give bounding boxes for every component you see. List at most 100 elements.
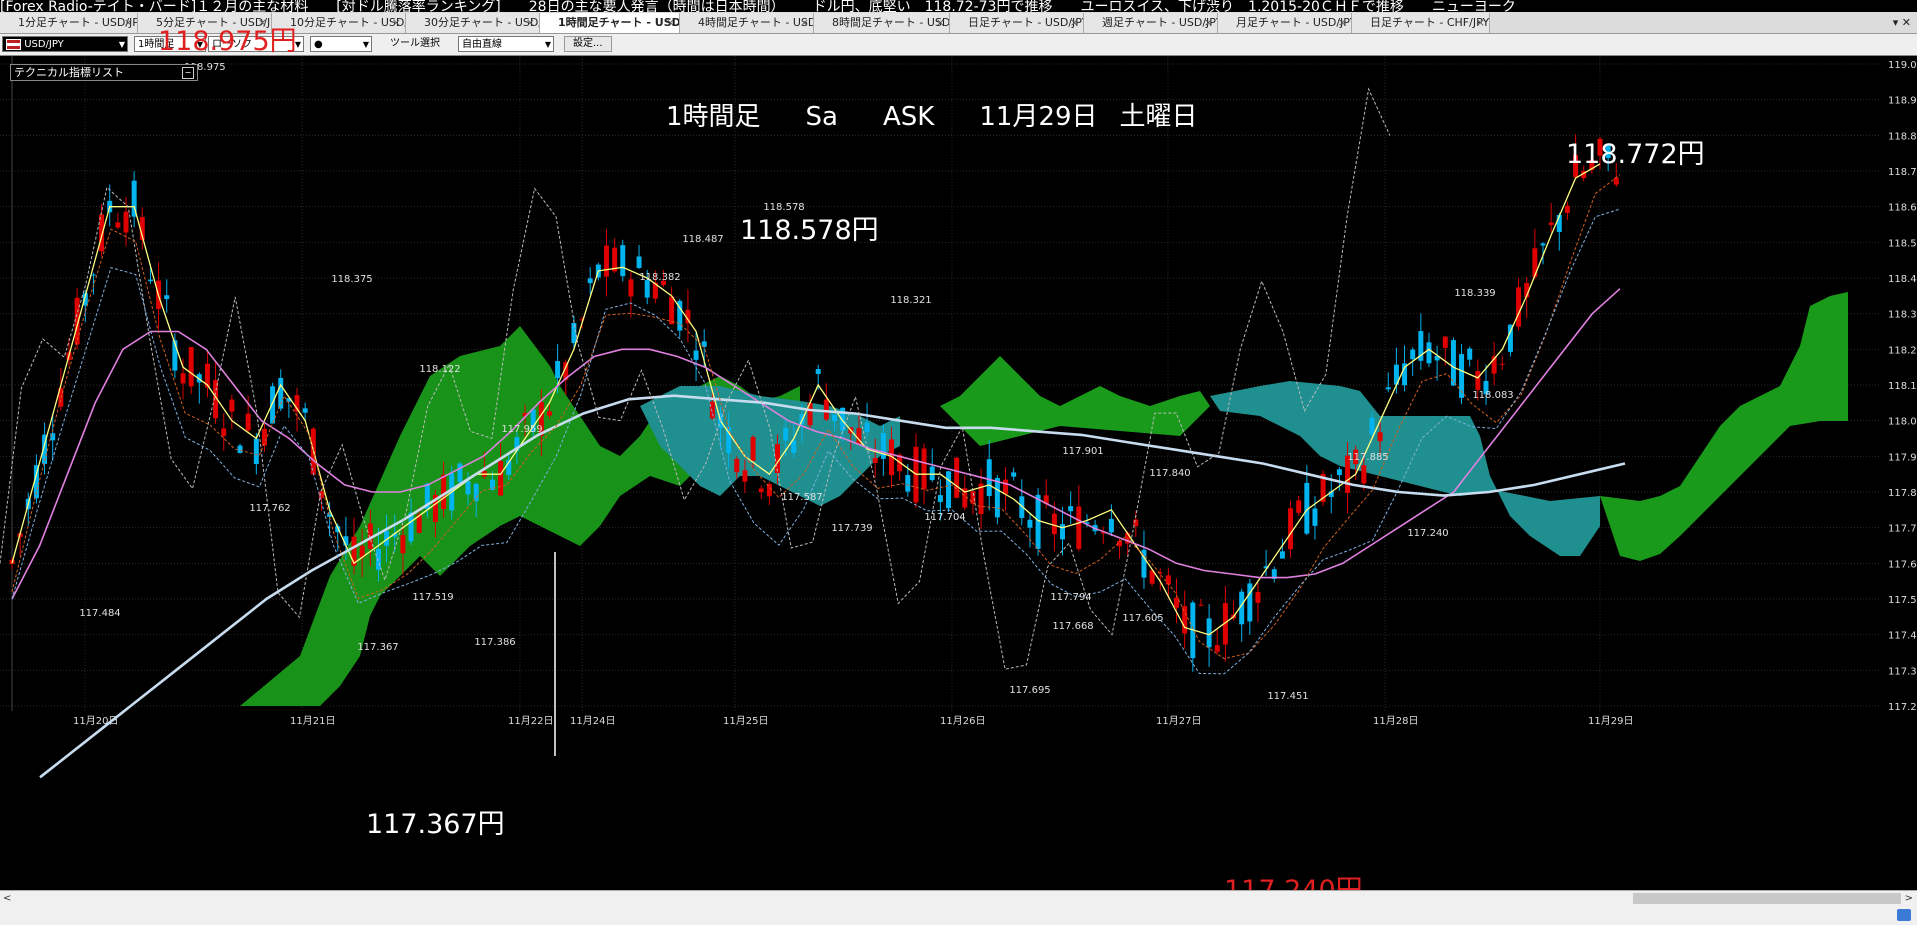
candle-body	[815, 369, 821, 374]
close-icon[interactable]: ×	[526, 13, 535, 33]
tab-label: 日足チャート - USD/JPY	[968, 16, 1084, 29]
ichimoku-cloud-teal	[1210, 381, 1600, 556]
ticker-item[interactable]: 28日の主な要人発言（時間は日本時間）	[529, 0, 785, 12]
marker-select[interactable]: ● ▼	[310, 36, 372, 52]
close-icon[interactable]: ×	[1204, 13, 1213, 33]
annotation-left-low: 117.367円	[366, 809, 505, 840]
price-label: 118.578	[763, 202, 804, 213]
x-tick-label: 11月29日	[1588, 715, 1633, 727]
candle-body	[791, 440, 797, 453]
settings-button[interactable]: 設定...	[564, 36, 612, 52]
scroll-right-icon[interactable]: >	[1905, 891, 1913, 906]
tab-controls[interactable]: ▾ ✕	[1893, 12, 1911, 33]
tab-chart[interactable]: 8時間足チャート - USD/×	[814, 13, 950, 33]
scrollbar-thumb[interactable]	[1633, 893, 1901, 904]
tab-chart[interactable]: 週足チャート - USD/JPY ×	[1084, 13, 1218, 33]
flag-icon	[6, 38, 21, 50]
candle-body	[1182, 606, 1188, 634]
candle-body	[1288, 508, 1294, 550]
y-tick-label: 118.20	[1888, 345, 1917, 356]
price-label: 118.382	[639, 272, 680, 283]
ticker-item[interactable]: [対ドル騰落率ランキング]	[336, 0, 501, 12]
scroll-left-icon[interactable]: <	[3, 891, 11, 906]
close-icon[interactable]: ×	[800, 13, 809, 33]
candle-body	[1255, 591, 1261, 603]
candle-body	[375, 548, 381, 570]
candle-body	[603, 245, 609, 277]
resize-icon[interactable]	[1897, 909, 1911, 921]
marker-value: ●	[314, 39, 323, 50]
ticker-item[interactable]: [Forex Radio-テイト・バード]１２月の主な材料	[0, 0, 308, 12]
tab-chart[interactable]: 1分足チャート - USD/JP ×	[0, 13, 138, 33]
symbol-select[interactable]: USD/JPY ▼	[2, 36, 128, 52]
price-label: 118.375	[331, 274, 372, 285]
close-icon[interactable]: ×	[936, 13, 945, 33]
candle-body	[1035, 494, 1041, 549]
candle-body	[1051, 513, 1057, 535]
y-tick-label: 118.90	[1888, 96, 1917, 107]
candle-body	[147, 279, 153, 282]
price-label: 118.083	[1472, 390, 1513, 401]
tab-chart[interactable]: 30分足チャート - USD/JF ×	[406, 13, 540, 33]
price-label: 117.240	[1407, 528, 1448, 539]
close-icon[interactable]: ×	[124, 13, 133, 33]
chart-canvas[interactable]: 119.00 118.90 118.80 118.70 118.60 118.50 118.…	[0, 56, 1917, 890]
close-icon[interactable]: ×	[1338, 13, 1347, 33]
close-icon[interactable]: ×	[392, 13, 401, 33]
y-tick-label: 118.70	[1888, 167, 1917, 178]
annotation-mid-high: 118.578円	[740, 215, 879, 246]
candle-body	[555, 361, 561, 379]
tab-chart[interactable]: 日足チャート - USD/JPY ×	[950, 13, 1084, 33]
tab-chart[interactable]: 4時間足チャート - USD/×	[680, 13, 814, 33]
price-label: 117.605	[1122, 613, 1163, 624]
y-tick-label: 118.60	[1888, 203, 1917, 214]
tab-chart[interactable]: 月足チャート - USD/JPY ×	[1218, 13, 1352, 33]
close-icon[interactable]: ×	[1476, 13, 1485, 33]
close-icon[interactable]: ×	[666, 13, 675, 33]
candle-body	[50, 433, 56, 441]
tab-label: 週足チャート - USD/JPY	[1102, 16, 1218, 29]
price-label: 117.885	[1347, 452, 1388, 463]
horizontal-scrollbar[interactable]: < >	[0, 890, 1917, 906]
tool-select[interactable]: 自由直線 ▼	[458, 36, 554, 52]
tab-label: 30分足チャート - USD/JF	[424, 16, 540, 29]
price-label: 118.487	[682, 234, 723, 245]
candle-body	[302, 408, 308, 413]
candle-body	[1296, 500, 1302, 513]
y-tick-label: 117.50	[1888, 595, 1917, 606]
price-label: 117.668	[1052, 621, 1093, 632]
close-icon[interactable]: ×	[1070, 13, 1079, 33]
y-tick-label: 117.60	[1888, 559, 1917, 570]
candle-body	[1361, 465, 1367, 484]
tab-chart[interactable]: 1時間足チャート - USD ×	[540, 13, 680, 33]
candle-body	[750, 436, 756, 461]
candle-body	[465, 480, 471, 495]
price-label: 117.451	[1267, 691, 1308, 702]
candle-body	[229, 399, 235, 412]
ichimoku-cloud-green	[240, 326, 800, 706]
y-tick-label: 119.00	[1888, 60, 1917, 71]
candle-body	[1410, 349, 1416, 360]
candle-body	[1174, 597, 1180, 608]
candle-body	[1548, 222, 1554, 225]
tab-chart[interactable]: 日足チャート - CHF/JPY ×	[1352, 13, 1490, 33]
candle-body	[783, 428, 789, 441]
collapse-icon[interactable]: −	[182, 67, 194, 79]
candle-body	[954, 457, 960, 498]
technical-indicator-list[interactable]: テクニカル指標リスト −	[10, 64, 198, 81]
candle-body	[1108, 518, 1114, 533]
ticker-item[interactable]: ユーロスイス、下げ渋り 1.2015-20ＣＨＦで推移	[1080, 0, 1403, 12]
ticker-item[interactable]: ニューヨーク	[1432, 0, 1516, 12]
price-chart[interactable]: 119.00 118.90 118.80 118.70 118.60 118.50 118.…	[0, 27, 1917, 906]
ticker-item[interactable]: ドル円、底堅い 118.72-73円で推移	[813, 0, 1053, 12]
y-tick-label: 117.80	[1888, 488, 1917, 499]
candle-body	[693, 350, 699, 360]
y-tick-label: 118.30	[1888, 310, 1917, 321]
price-label: 117.695	[1009, 685, 1050, 696]
y-tick-label: 117.40	[1888, 631, 1917, 642]
candle-body	[164, 295, 170, 300]
candle-body	[872, 458, 878, 463]
candle-body	[400, 535, 406, 554]
tool-label: ツール選択	[390, 38, 440, 49]
x-tick-label: 11月25日	[723, 715, 768, 727]
